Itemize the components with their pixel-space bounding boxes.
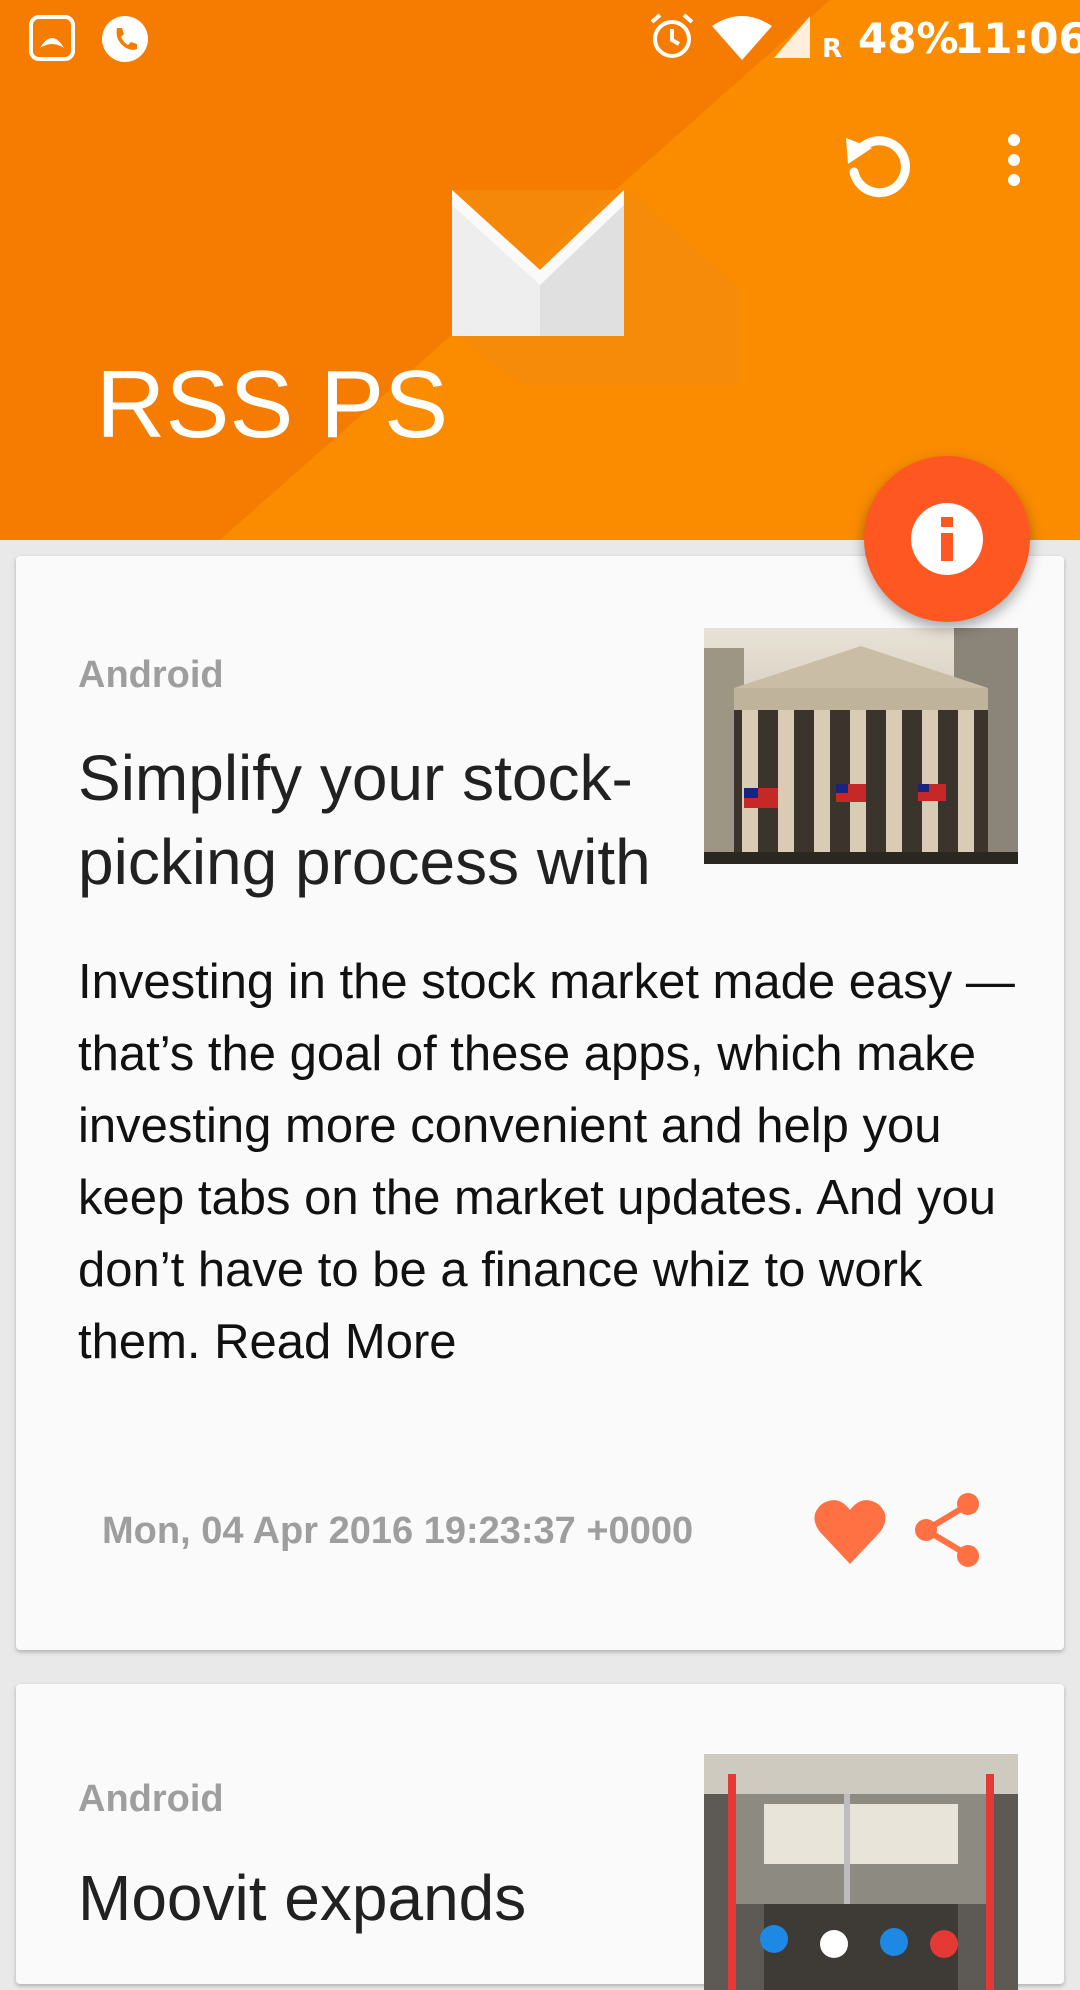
info-fab[interactable] [864, 456, 1030, 622]
network-indicator: R [822, 34, 843, 64]
saavn-icon [28, 14, 76, 67]
article-title[interactable]: Simplify your stock-picking process with [78, 736, 678, 906]
signal-icon [774, 16, 810, 63]
status-bar: R 48% 11:06 [0, 0, 1080, 80]
app-title: RSS PS [96, 351, 449, 458]
article-card[interactable]: Android Moovit expands [16, 1684, 1064, 1990]
article-title[interactable]: Moovit expands [78, 1856, 678, 1940]
wifi-icon [712, 16, 772, 65]
info-icon [911, 503, 983, 575]
article-date: Mon, 04 Apr 2016 19:23:37 +0000 [102, 1510, 694, 1552]
article-card[interactable]: Android Simplify your stock-picking proc… [16, 556, 1064, 1650]
clock: 11:06 [954, 14, 1080, 63]
more-vert-icon[interactable] [1000, 132, 1028, 193]
article-thumbnail[interactable] [704, 1754, 1018, 1990]
favorite-icon[interactable] [812, 1496, 888, 1571]
article-category: Android [78, 1778, 224, 1820]
article-category: Android [78, 654, 224, 696]
article-description: Investing in the stock market made easy … [78, 955, 1015, 1369]
phone-icon [100, 14, 150, 69]
share-icon[interactable] [912, 1492, 984, 1573]
battery-level: 48% [858, 14, 959, 63]
refresh-icon[interactable] [836, 122, 916, 207]
app-header: R 48% 11:06 RSS PS [0, 0, 1080, 540]
alarm-icon [648, 12, 696, 67]
article-thumbnail[interactable] [704, 628, 1018, 864]
